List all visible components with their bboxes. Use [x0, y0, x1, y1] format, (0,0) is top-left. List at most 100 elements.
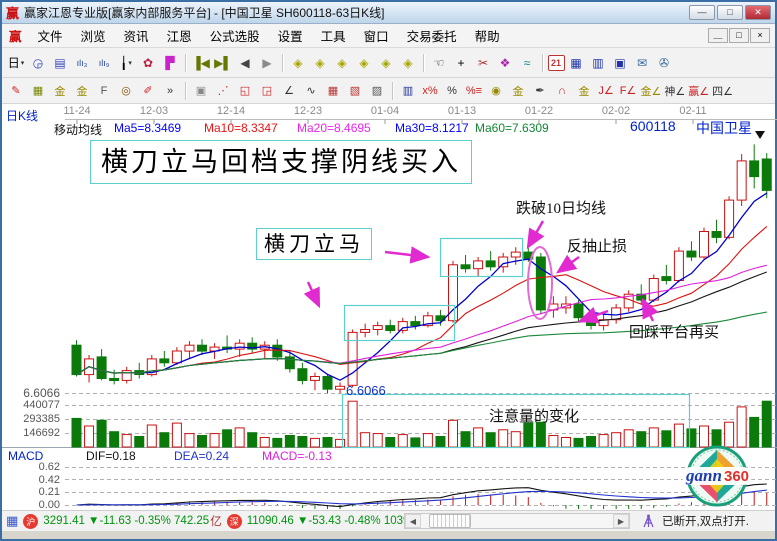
shenzhen-index-quote: 11090.46 ▼-53.43 -0.48% 1039.3	[247, 515, 419, 527]
candle-style-icon[interactable]: ╽▾	[116, 52, 137, 73]
shanghai-index-icon[interactable]: 沪	[23, 514, 38, 529]
connection-status[interactable]: 已断开,双点打开.	[662, 513, 749, 529]
draw-brush-icon[interactable]: ✎	[6, 82, 27, 100]
percent-x-icon[interactable]: x%	[420, 82, 441, 100]
gann-fan-icon[interactable]: ⋰	[213, 82, 234, 100]
more-tools-icon[interactable]: »	[160, 82, 181, 100]
menu-item[interactable]: 资讯	[115, 23, 158, 48]
annotation-rebound-stop[interactable]: 反抽止损	[567, 235, 627, 256]
gold-lines-icon[interactable]: 金	[508, 82, 529, 100]
shift-right-icon[interactable]: ◈	[398, 52, 419, 73]
maximize-button[interactable]: □	[717, 5, 743, 20]
calculator-icon[interactable]: ▦	[566, 52, 587, 73]
percent-icon[interactable]: %	[442, 82, 463, 100]
wave-line-icon[interactable]: ≈	[517, 52, 538, 73]
print-icon[interactable]: ✇	[654, 52, 675, 73]
next-bar-icon[interactable]: ▶	[257, 52, 278, 73]
shenzhen-index-icon[interactable]: 深	[227, 514, 242, 529]
zigzag-icon[interactable]: ∿	[301, 82, 322, 100]
first-bar-icon[interactable]: ▐◀	[191, 52, 212, 73]
bars-9-icon[interactable]: ılı₉	[94, 52, 115, 73]
chart-mode-icon[interactable]: ◶	[28, 52, 49, 73]
crosshair-icon[interactable]: +	[451, 52, 472, 73]
zoom-in-icon[interactable]: ◈	[310, 52, 331, 73]
j-angle-icon[interactable]: J∠	[596, 82, 617, 100]
menu-item[interactable]: 文件	[29, 23, 72, 48]
minimize-button[interactable]: —	[689, 5, 715, 20]
percent-lines-icon[interactable]: %≡	[464, 82, 485, 100]
gold-grid-icon[interactable]: 金	[50, 82, 71, 100]
horizontal-scrollbar[interactable]: ◀ ▶	[404, 513, 630, 529]
hatch-icon[interactable]: ▨	[367, 82, 388, 100]
menu-item[interactable]: 公式选股	[201, 23, 269, 48]
scroll-left-button[interactable]: ◀	[405, 514, 421, 528]
fibonacci-grid-icon[interactable]: F	[94, 82, 115, 100]
pattern-icon[interactable]: ✿	[138, 52, 159, 73]
measure-icon[interactable]: ✂	[473, 52, 494, 73]
gold-angle-icon[interactable]: 金∠	[640, 82, 663, 100]
mdi-restore-button[interactable]: □	[729, 28, 749, 43]
info-panel-icon[interactable]: ▤	[50, 52, 71, 73]
gold-circle-icon[interactable]: ◉	[486, 82, 507, 100]
menu-item[interactable]: 江恩	[158, 23, 201, 48]
toolbar-separator	[542, 54, 543, 72]
shift-left-icon[interactable]: ◈	[376, 52, 397, 73]
mdi-close-button[interactable]: ×	[750, 28, 770, 43]
shen-angle-icon[interactable]: 神∠	[663, 82, 686, 100]
last-bar-icon[interactable]: ▶▌	[213, 52, 234, 73]
scroll-right-button[interactable]: ▶	[613, 514, 629, 528]
ruler-brush-icon[interactable]: ✐	[138, 82, 159, 100]
mail-icon[interactable]: ✉	[632, 52, 653, 73]
annotation-volume-note[interactable]: 注意量的变化	[489, 405, 579, 426]
gold2-icon[interactable]: 金	[574, 82, 595, 100]
price-axis-label: 6.6066	[4, 386, 60, 400]
stats-icon[interactable]: ▥	[398, 82, 419, 100]
window-title: 赢家江恩专业版[赢家内部服务平台] - [中国卫星 SH600118-63日K线…	[24, 4, 684, 21]
menu-item[interactable]: 帮助	[466, 23, 509, 48]
annotation-main-note[interactable]: 横刀立马回档支撑阴线买入	[90, 140, 472, 184]
fan-box-icon[interactable]: ◱	[235, 82, 256, 100]
menu-item[interactable]: 设置	[269, 23, 312, 48]
compress-icon[interactable]: ◈	[332, 52, 353, 73]
macd-axis-label: 0.21	[4, 486, 60, 498]
grid-icon[interactable]: ▦	[323, 82, 344, 100]
gold-grid2-icon[interactable]: 金	[72, 82, 93, 100]
expand-icon[interactable]: ◈	[354, 52, 375, 73]
kline-chart-canvas[interactable]: 日K线 移动均线 Ma5=8.3469Ma10=8.3347Ma20=8.469…	[2, 104, 775, 510]
ma5-value: Ma5=8.3469	[114, 121, 181, 135]
annotation-pullback-rebuy[interactable]: 回踩平台再买	[629, 321, 719, 342]
menu-item[interactable]: 工具	[312, 23, 355, 48]
zoom-out-icon[interactable]: ◈	[288, 52, 309, 73]
volume-axis-label: 440077	[4, 399, 60, 411]
mdi-minimize-button[interactable]: ＿	[708, 28, 728, 43]
date-tick-label: 12-03	[140, 105, 168, 117]
prev-bar-icon[interactable]: ◀	[235, 52, 256, 73]
menu-item[interactable]: 窗口	[355, 23, 398, 48]
quote-table-icon[interactable]: ▦	[6, 513, 18, 529]
angle-line-icon[interactable]: ∠	[279, 82, 300, 100]
period-day-selector[interactable]: 日▾	[6, 52, 27, 73]
volume-profile-icon[interactable]: ▛	[160, 52, 181, 73]
scrollbar-thumb[interactable]	[429, 514, 471, 528]
menu-item[interactable]: 浏览	[72, 23, 115, 48]
pen2-icon[interactable]: ✒	[530, 82, 551, 100]
rect-select-icon[interactable]: ▣	[191, 82, 212, 100]
ying-angle-icon[interactable]: 赢∠	[687, 82, 710, 100]
si-angle-icon[interactable]: 四∠	[711, 82, 734, 100]
notes-icon[interactable]: ▥	[588, 52, 609, 73]
save-icon[interactable]: ▣	[610, 52, 631, 73]
spiral-icon[interactable]: ◎	[116, 82, 137, 100]
grid-arrow-icon[interactable]: ▧	[345, 82, 366, 100]
calendar-icon[interactable]: 21	[548, 55, 565, 71]
close-button[interactable]: ✕	[745, 5, 771, 20]
bars-3-icon[interactable]: ılı₃	[72, 52, 93, 73]
gann-grid-icon[interactable]: ▦	[28, 82, 49, 100]
f-angle-icon[interactable]: F∠	[618, 82, 639, 100]
drag-hand-icon[interactable]: ☜	[429, 52, 450, 73]
fan-box2-icon[interactable]: ◲	[257, 82, 278, 100]
channel-icon[interactable]: ∩	[552, 82, 573, 100]
menu-item[interactable]: 交易委托	[398, 23, 466, 48]
annotation-consolidation-note[interactable]: 横刀立马	[256, 228, 372, 260]
flower-tool-icon[interactable]: ❖	[495, 52, 516, 73]
annotation-break-ma10[interactable]: 跌破10日均线	[516, 197, 606, 218]
